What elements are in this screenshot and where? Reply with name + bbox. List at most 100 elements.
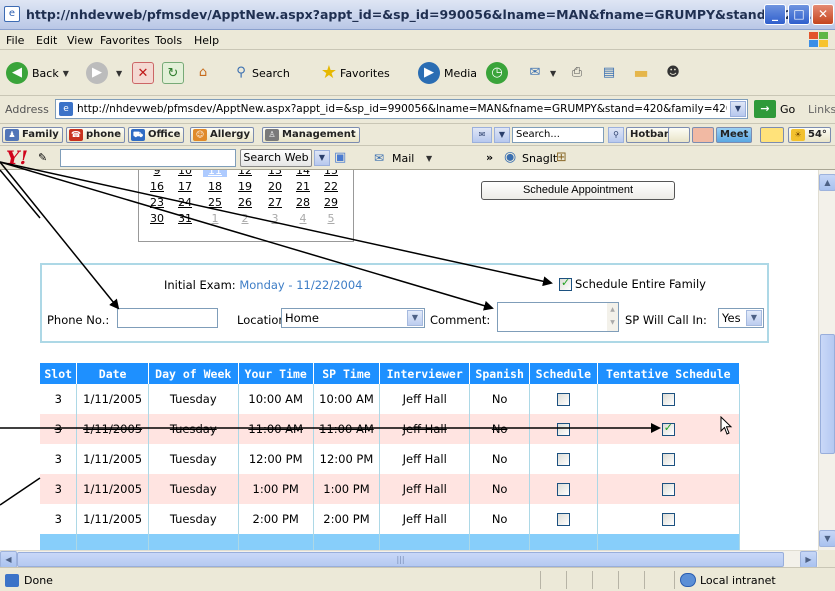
calendar-day[interactable]: 5 bbox=[319, 212, 343, 225]
calendar-day[interactable]: 24 bbox=[173, 196, 197, 209]
calendar-day[interactable]: 21 bbox=[291, 180, 315, 193]
family-button[interactable]: ♟ Family bbox=[2, 127, 63, 143]
calendar-day[interactable]: 14 bbox=[291, 170, 315, 177]
scroll-down-icon[interactable]: ▼ bbox=[819, 530, 835, 547]
edit-button[interactable]: ▤ bbox=[598, 60, 620, 86]
schedule-checkbox[interactable] bbox=[556, 453, 570, 466]
calendar-day[interactable]: 9 bbox=[145, 170, 169, 177]
favorites-button[interactable]: ★ Favorites bbox=[318, 60, 390, 86]
calendar-day[interactable]: 29 bbox=[319, 196, 343, 209]
maximize-button[interactable]: □ bbox=[788, 4, 810, 25]
schedule-checkbox[interactable] bbox=[556, 393, 570, 406]
refresh-button[interactable]: ↻ bbox=[162, 60, 184, 86]
search-web-dropdown-icon[interactable]: ▼ bbox=[314, 150, 330, 166]
go-button[interactable]: Go bbox=[780, 103, 795, 116]
forward-button[interactable]: ▶ ▼ bbox=[86, 60, 122, 86]
calendar-day[interactable]: 17 bbox=[173, 180, 197, 193]
search-web-button[interactable]: Search Web bbox=[240, 149, 312, 167]
messenger-button[interactable]: ☻ bbox=[662, 60, 684, 86]
calendar-day[interactable]: 12 bbox=[233, 170, 257, 177]
calendar-day[interactable]: 19 bbox=[233, 180, 257, 193]
menu-file[interactable]: File bbox=[6, 34, 24, 47]
pencil-icon[interactable]: ✎ bbox=[38, 151, 47, 164]
location-select[interactable]: Home ▼ bbox=[281, 308, 425, 328]
schedule-appointment-button[interactable]: Schedule Appointment bbox=[481, 181, 675, 200]
scroll-up-icon[interactable]: ▲ bbox=[819, 174, 835, 191]
yahoo-logo-icon[interactable]: Y! bbox=[6, 147, 28, 169]
vertical-scroll-thumb[interactable] bbox=[820, 334, 835, 454]
search-dropdown-icon[interactable]: ▼ bbox=[494, 127, 510, 143]
comment-textarea[interactable]: ▲ ▼ bbox=[497, 302, 619, 332]
address-input[interactable]: e http://nhdevweb/pfmsdev/ApptNew.aspx?a… bbox=[55, 99, 748, 119]
search-button[interactable]: ⚲ Search bbox=[230, 60, 290, 86]
schedule-family-checkbox[interactable] bbox=[559, 276, 572, 291]
calendar-day[interactable]: 28 bbox=[291, 196, 315, 209]
menu-favorites[interactable]: Favorites bbox=[100, 34, 150, 47]
crown-icon[interactable] bbox=[668, 127, 690, 143]
schedule-checkbox[interactable] bbox=[556, 513, 570, 526]
media-button[interactable]: ▶ Media bbox=[418, 60, 477, 86]
sp-call-select[interactable]: Yes ▼ bbox=[718, 308, 764, 328]
tentative-checkbox[interactable] bbox=[661, 453, 675, 466]
face-icon[interactable] bbox=[692, 127, 714, 143]
calendar-day[interactable]: 13 bbox=[263, 170, 287, 177]
calendar-day[interactable]: 2 bbox=[233, 212, 257, 225]
address-dropdown-icon[interactable]: ▼ bbox=[730, 101, 746, 117]
calendar-day[interactable]: 27 bbox=[263, 196, 287, 209]
horizontal-scrollbar[interactable]: ◀ ||| ▶ bbox=[0, 550, 818, 568]
schedule-checkbox[interactable] bbox=[556, 423, 570, 436]
comment-scrollbar[interactable]: ▲ ▼ bbox=[607, 303, 618, 331]
calendar-day[interactable]: 1 bbox=[203, 212, 227, 225]
minimize-button[interactable]: _ bbox=[764, 4, 786, 25]
phone-button[interactable]: ☎ phone bbox=[66, 127, 126, 143]
menu-view[interactable]: View bbox=[67, 34, 93, 47]
calendar-day[interactable]: 25 bbox=[203, 196, 227, 209]
calendar-day[interactable]: 18 bbox=[203, 180, 227, 193]
print-button[interactable]: ⎙ bbox=[566, 60, 588, 86]
allergy-button[interactable]: ☺ Allergy bbox=[190, 127, 254, 143]
tentative-checkbox[interactable] bbox=[661, 393, 675, 406]
links-button[interactable]: Links bbox=[808, 103, 835, 116]
weather-button[interactable]: ☀ 54° bbox=[788, 127, 831, 143]
snagit-button[interactable]: SnagIt bbox=[522, 152, 557, 165]
calendar-day[interactable]: 23 bbox=[145, 196, 169, 209]
scroll-left-icon[interactable]: ◀ bbox=[0, 551, 17, 568]
management-button[interactable]: ♙ Management bbox=[262, 127, 360, 143]
menu-tools[interactable]: Tools bbox=[155, 34, 182, 47]
calendar-day[interactable]: 15 bbox=[319, 170, 343, 177]
calendar-day[interactable]: 30 bbox=[145, 212, 169, 225]
back-button[interactable]: ◀ Back ▼ bbox=[6, 60, 69, 86]
folder-button[interactable]: ▬ bbox=[630, 60, 652, 86]
toolbar-search-icon[interactable]: ⚲ bbox=[608, 127, 624, 143]
scroll-right-icon[interactable]: ▶ bbox=[800, 551, 817, 568]
go-arrow-icon[interactable]: → bbox=[754, 100, 776, 118]
tentative-checkbox[interactable] bbox=[661, 483, 675, 496]
horizontal-scroll-thumb[interactable]: ||| bbox=[17, 552, 784, 567]
history-button[interactable]: ◷ bbox=[486, 60, 512, 86]
calendar-day[interactable]: 3 bbox=[263, 212, 287, 225]
hotbar-button[interactable]: Hotbar bbox=[626, 127, 673, 143]
highlight-icon[interactable]: ▣ bbox=[334, 150, 346, 165]
window-title-bar[interactable]: e http://nhdevweb/pfmsdev/ApptNew.aspx?a… bbox=[0, 0, 835, 30]
meet-button[interactable]: Meet bbox=[716, 127, 753, 143]
diamond-icon[interactable] bbox=[760, 127, 784, 143]
stop-button[interactable]: ✕ bbox=[132, 60, 154, 86]
calendar-day[interactable]: 20 bbox=[263, 180, 287, 193]
home-button[interactable]: ⌂ bbox=[192, 60, 214, 86]
phone-input[interactable] bbox=[117, 308, 218, 328]
vertical-scrollbar[interactable]: ▲ ▼ bbox=[818, 170, 835, 550]
toolbar-search-input[interactable]: Search... bbox=[512, 127, 604, 143]
calendar-day[interactable]: 31 bbox=[173, 212, 197, 225]
calendar-day[interactable]: 4 bbox=[291, 212, 315, 225]
mail-button[interactable]: ✉ ▼ bbox=[524, 60, 557, 86]
yahoo-search-input[interactable] bbox=[60, 149, 236, 167]
calendar-day[interactable]: 16 bbox=[145, 180, 169, 193]
yahoo-mail-button[interactable]: Mail bbox=[392, 152, 414, 165]
close-button[interactable]: ✕ bbox=[812, 4, 834, 25]
schedule-checkbox[interactable] bbox=[556, 483, 570, 496]
more-chevron-icon[interactable]: » bbox=[486, 151, 493, 164]
calendar-day[interactable]: 10 bbox=[173, 170, 197, 177]
chevron-down-icon[interactable]: ▼ bbox=[426, 154, 432, 163]
office-button[interactable]: ⛟ Office bbox=[128, 127, 185, 143]
menu-edit[interactable]: Edit bbox=[36, 34, 57, 47]
